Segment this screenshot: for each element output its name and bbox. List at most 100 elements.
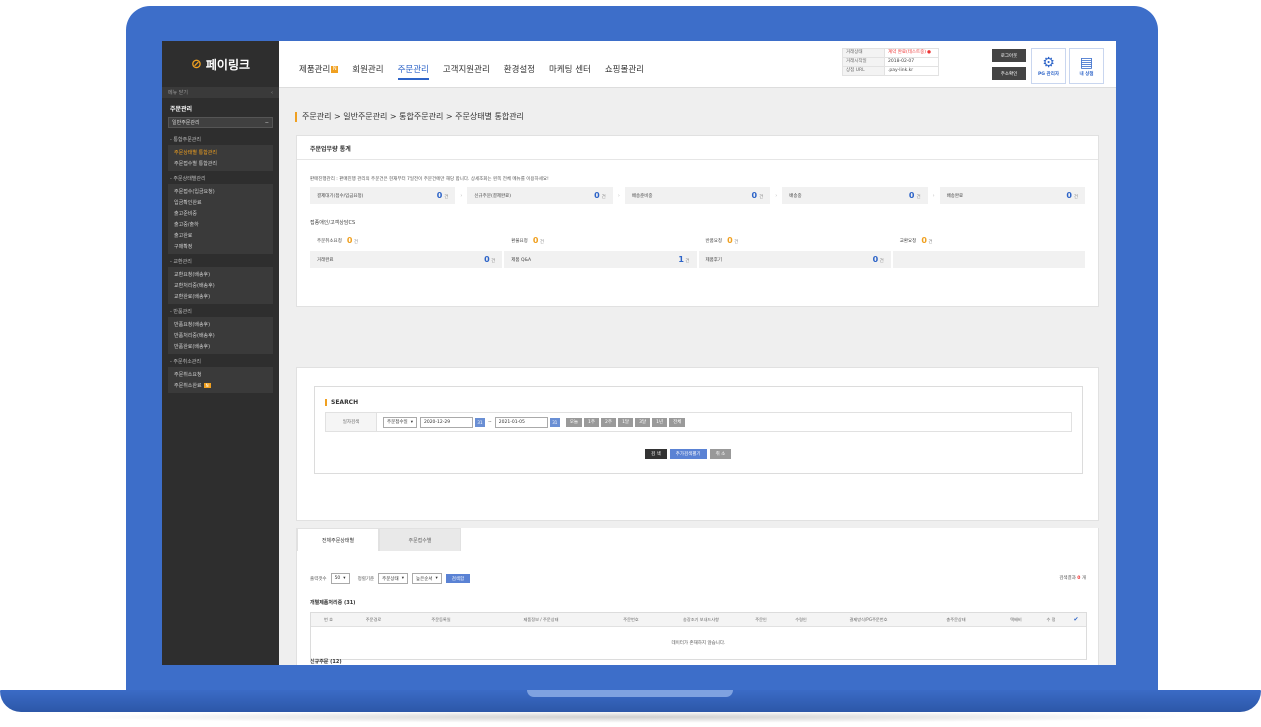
cs-stat[interactable]: 환불요청 0 건: [504, 232, 696, 249]
nav-tab[interactable]: 주문관리: [397, 63, 429, 80]
sidebar-item[interactable]: 구매확정: [168, 241, 273, 252]
start-date-input[interactable]: 2020-12-29: [419, 416, 473, 428]
sidebar: ⊘ 페이링크 메뉴 닫기 ‹ 주문관리 일반주문관리 − - 통합주문관리 주문상…: [162, 41, 279, 665]
period-button[interactable]: 오늘: [565, 417, 583, 427]
tab-by-order[interactable]: 주문접수별: [379, 528, 461, 551]
sidebar-group-label: - 주문취소관리: [170, 359, 201, 365]
end-date-input[interactable]: 2021-01-05: [494, 416, 548, 428]
nav-tab[interactable]: 제품관리 N: [299, 63, 339, 80]
sort-field-select[interactable]: 주문상태 ▾: [378, 573, 408, 584]
cs-stat[interactable]: 반품요청 0 건: [699, 232, 891, 249]
period-button[interactable]: 2주: [601, 417, 617, 427]
sidebar-item[interactable]: 교환완료(배송후): [168, 291, 273, 302]
nav-tab[interactable]: 환경설정: [504, 63, 535, 80]
sidebar-item[interactable]: 입금확인완료: [168, 197, 273, 208]
sidebar-group-label: - 주문상태별관리: [170, 176, 206, 182]
cs-count-wrap: 0 건: [873, 255, 884, 264]
nav-tab-label: 환경설정: [503, 65, 536, 75]
chevron-left-icon: ‹: [271, 89, 273, 96]
date-type-value: 주문접수일: [387, 420, 408, 425]
empty-message: 데이터가 존재하지 않습니다.: [311, 626, 1086, 659]
sidebar-item[interactable]: 교환요청(배송후): [168, 269, 273, 280]
cs-stat[interactable]: 교환요청 0 건: [893, 232, 1085, 249]
sidebar-item[interactable]: 주문접수(입금요청): [168, 186, 273, 197]
cs-count-wrap: 1 건: [678, 255, 689, 264]
pg-admin-button[interactable]: ⚙ PG 관리자: [1031, 48, 1066, 84]
flow-stat[interactable]: 결제대기(접수/입금요청) 0 건: [310, 187, 456, 204]
calendar-icon[interactable]: 31: [474, 417, 485, 427]
flow-stat[interactable]: 배송중 0 건: [782, 187, 928, 204]
column-header: 수 정: [1046, 616, 1056, 622]
period-button[interactable]: 전체: [669, 417, 686, 427]
flow-stat[interactable]: 배송준비중 0 건: [624, 187, 771, 204]
nav-tab-label: 제품관리: [299, 65, 331, 75]
menu-toggle[interactable]: 메뉴 닫기 ‹: [162, 87, 279, 98]
result-prefix: 검색결과: [1059, 576, 1076, 581]
nav-tab[interactable]: 회원관리: [352, 63, 383, 80]
sidebar-item[interactable]: 주문상태별 통합관리: [168, 147, 273, 158]
stat-count: 0건: [908, 191, 921, 200]
cs-count-wrap: 0 건: [533, 236, 544, 245]
search-button[interactable]: 검 색: [645, 449, 667, 459]
calendar-icon[interactable]: 31: [549, 417, 560, 427]
check-icon[interactable]: ✔: [1066, 616, 1086, 623]
nav-tab[interactable]: 고객지원관리: [443, 63, 490, 80]
sidebar-item-label: 주문취소완료: [174, 383, 202, 389]
cs-count-wrap: 0 건: [347, 236, 358, 245]
cs-stat[interactable]: 주문취소요청 0 건: [310, 232, 502, 249]
flow-stat[interactable]: 배송완료 0 건: [939, 187, 1086, 204]
period-button[interactable]: 1주: [584, 417, 600, 427]
sidebar-item[interactable]: 반품처리중(배송후): [168, 330, 273, 341]
sidebar-group-label: - 반품관리: [170, 309, 192, 315]
period-button[interactable]: 1달: [618, 417, 634, 427]
detail-search-button[interactable]: 추가검색펼기: [669, 449, 707, 459]
sidebar-group: 주문취소요청주문취소완료 N: [168, 367, 273, 393]
pg-admin-label: PG 관리자: [1038, 72, 1059, 77]
cs-stat[interactable]: 제품후기 0 건: [698, 251, 891, 268]
address-button[interactable]: 주소확인: [992, 67, 1026, 80]
sidebar-item-label: 주문취소요청: [174, 372, 202, 378]
cs-stat[interactable]: 제품 Q&A 1 건: [504, 251, 697, 268]
sidebar-item[interactable]: 출고완료: [168, 230, 273, 241]
tab-all-status[interactable]: 전체주문상태별: [297, 528, 379, 551]
sidebar-item[interactable]: 주문접수별 통합관리: [168, 158, 273, 169]
period-button[interactable]: 3달: [635, 417, 651, 427]
column-header: 결제방식/PG주문번호: [849, 616, 888, 622]
sidebar-item-label: 입금확인완료: [174, 200, 202, 206]
date-type-select[interactable]: 주문접수일 ▾: [383, 416, 417, 428]
arrow-icon: ›: [460, 192, 463, 199]
apply-button[interactable]: 검색함: [445, 574, 471, 583]
sidebar-item[interactable]: 주문취소요청: [168, 369, 273, 380]
stat-label: 결제대기(접수/입금요청): [317, 193, 364, 199]
sidebar-select[interactable]: 일반주문관리 −: [168, 117, 273, 128]
column-header: 제품정보 / 주문상태: [523, 616, 559, 622]
sidebar-item[interactable]: 반품완료(배송후): [168, 341, 273, 352]
sidebar-item[interactable]: 주문취소완료 N: [168, 380, 273, 391]
date-label: 일자검색: [326, 413, 377, 431]
flow-stat[interactable]: 신규주문(결제완료) 0 건: [467, 187, 613, 204]
cs-label: 환불요청: [511, 238, 528, 244]
sidebar-item[interactable]: 출고준비중: [168, 208, 273, 219]
logout-button[interactable]: 로그아웃: [992, 49, 1026, 62]
sort-order-select[interactable]: 높은순서 ▾: [411, 573, 442, 584]
sidebar-group-label: - 통합주문관리: [170, 137, 201, 143]
logo[interactable]: ⊘ 페이링크: [162, 41, 279, 87]
cs-stat[interactable]: 거래완료 0 건: [310, 251, 503, 268]
column-header: 수령인: [795, 616, 807, 622]
cancel-button[interactable]: 취 소: [709, 449, 732, 459]
column-header: 주문등록일: [431, 616, 451, 622]
nav-tab[interactable]: 쇼핑몰관리: [605, 63, 644, 80]
screen: ⊘ 페이링크 메뉴 닫기 ‹ 주문관리 일반주문관리 − - 통합주문관리주문상…: [162, 41, 1116, 665]
sidebar-item[interactable]: 반품요청(배송후): [168, 319, 273, 330]
count-select[interactable]: 50 ▾: [330, 573, 350, 584]
info-value: .pay-link.kr: [885, 65, 939, 76]
main-content: 주문관리 > 일반주문관리 > 통합주문관리 > 주문상태별 통합관리 주문업무…: [279, 88, 1116, 665]
period-button[interactable]: 1년: [652, 417, 668, 427]
logo-text: 페이링크: [205, 57, 251, 72]
nav-tab[interactable]: 마케팅 센터: [549, 63, 591, 80]
my-store-button[interactable]: ▤ 내 상점: [1069, 48, 1104, 84]
sidebar-item[interactable]: 교환처리중(배송후): [168, 280, 273, 291]
sidebar-item[interactable]: 출고중/출하: [168, 219, 273, 230]
cs-title: 접종애인/고객상담CS: [310, 220, 356, 226]
cs-unit: 건: [926, 240, 933, 245]
